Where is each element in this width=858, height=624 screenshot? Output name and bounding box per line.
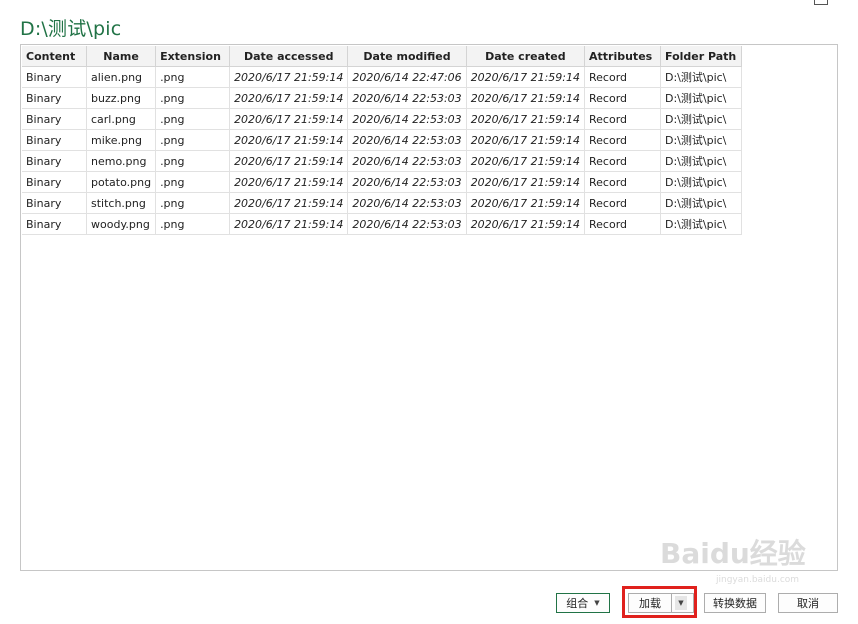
name-cell[interactable]: alien.png — [86, 66, 157, 88]
date-accessed-cell[interactable]: 2020/6/17 21:59:14 — [229, 213, 349, 235]
split-divider — [671, 594, 672, 612]
date-created-cell[interactable]: 2020/6/17 21:59:14 — [466, 192, 586, 214]
date-modified-cell[interactable]: 2020/6/14 22:53:03 — [347, 150, 467, 172]
date-created-cell[interactable]: 2020/6/17 21:59:14 — [466, 150, 586, 172]
folder-path-cell[interactable]: D:\测试\pic\ — [660, 192, 742, 214]
date-accessed-cell[interactable]: 2020/6/17 21:59:14 — [229, 66, 349, 88]
content-cell[interactable]: Binary — [22, 150, 87, 172]
folder-path-cell[interactable]: D:\测试\pic\ — [660, 108, 742, 130]
chevron-down-icon[interactable]: ▼ — [675, 596, 687, 610]
table-row[interactable]: Binary woody.png .png 2020/6/17 21:59:14 202… — [22, 213, 742, 235]
extension-cell[interactable]: .png — [155, 66, 231, 88]
column-header-name[interactable]: Name — [86, 46, 157, 67]
attributes-cell[interactable]: Record — [584, 129, 661, 151]
name-cell[interactable]: buzz.png — [86, 87, 157, 109]
content-cell[interactable]: Binary — [22, 171, 87, 193]
chevron-down-icon: ▼ — [594, 599, 600, 607]
name-cell[interactable]: mike.png — [86, 129, 157, 151]
name-cell[interactable]: woody.png — [86, 213, 157, 235]
table-row[interactable]: Binary stitch.png .png 2020/6/17 21:59:14 20… — [22, 192, 742, 214]
column-header-content[interactable]: Content — [22, 46, 87, 67]
column-header-attributes[interactable]: Attributes — [584, 46, 661, 67]
data-preview-pane[interactable]: Content Name Extension Date accessed Dat… — [20, 44, 838, 571]
name-cell[interactable]: potato.png — [86, 171, 157, 193]
date-created-cell[interactable]: 2020/6/17 21:59:14 — [466, 129, 586, 151]
extension-cell[interactable]: .png — [155, 192, 231, 214]
date-accessed-cell[interactable]: 2020/6/17 21:59:14 — [229, 192, 349, 214]
content-cell[interactable]: Binary — [22, 213, 87, 235]
table-row[interactable]: Binary nemo.png .png 2020/6/17 21:59:14 2020… — [22, 150, 742, 172]
attributes-cell[interactable]: Record — [584, 66, 661, 88]
date-accessed-cell[interactable]: 2020/6/17 21:59:14 — [229, 129, 349, 151]
preview-table: Content Name Extension Date accessed Dat… — [22, 46, 742, 235]
table-row[interactable]: Binary alien.png .png 2020/6/17 21:59:14 202… — [22, 66, 742, 88]
header-row: Content Name Extension Date accessed Dat… — [22, 46, 742, 67]
date-created-cell[interactable]: 2020/6/17 21:59:14 — [466, 66, 586, 88]
content-cell[interactable]: Binary — [22, 66, 87, 88]
date-modified-cell[interactable]: 2020/6/14 22:53:03 — [347, 87, 467, 109]
table-row[interactable]: Binary potato.png .png 2020/6/17 21:59:14 20… — [22, 171, 742, 193]
folder-path-cell[interactable]: D:\测试\pic\ — [660, 87, 742, 109]
extension-cell[interactable]: .png — [155, 129, 231, 151]
attributes-cell[interactable]: Record — [584, 213, 661, 235]
date-accessed-cell[interactable]: 2020/6/17 21:59:14 — [229, 108, 349, 130]
extension-cell[interactable]: .png — [155, 213, 231, 235]
date-created-cell[interactable]: 2020/6/17 21:59:14 — [466, 108, 586, 130]
date-accessed-cell[interactable]: 2020/6/17 21:59:14 — [229, 171, 349, 193]
attributes-cell[interactable]: Record — [584, 150, 661, 172]
folder-path-cell[interactable]: D:\测试\pic\ — [660, 66, 742, 88]
table-body: Binary alien.png .png 2020/6/17 21:59:14 202… — [22, 66, 742, 235]
name-cell[interactable]: stitch.png — [86, 192, 157, 214]
date-created-cell[interactable]: 2020/6/17 21:59:14 — [466, 213, 586, 235]
transform-data-button[interactable]: 转换数据 — [704, 593, 766, 613]
attributes-cell[interactable]: Record — [584, 87, 661, 109]
column-header-date-created[interactable]: Date created — [466, 46, 586, 67]
attributes-cell[interactable]: Record — [584, 192, 661, 214]
table-row[interactable]: Binary carl.png .png 2020/6/17 21:59:14 2020… — [22, 108, 742, 130]
column-header-folder-path[interactable]: Folder Path — [660, 46, 742, 67]
date-accessed-cell[interactable]: 2020/6/17 21:59:14 — [229, 87, 349, 109]
table-row[interactable]: Binary mike.png .png 2020/6/17 21:59:14 2020… — [22, 129, 742, 151]
date-modified-cell[interactable]: 2020/6/14 22:53:03 — [347, 213, 467, 235]
date-modified-cell[interactable]: 2020/6/14 22:53:03 — [347, 108, 467, 130]
content-cell[interactable]: Binary — [22, 87, 87, 109]
column-header-date-modified[interactable]: Date modified — [347, 46, 467, 67]
navigator-dialog: D:\测试\pic Content Name Extension Date ac… — [0, 0, 858, 624]
transform-button-label: 转换数据 — [713, 597, 757, 610]
maximize-icon[interactable] — [814, 0, 828, 5]
table-row[interactable]: Binary buzz.png .png 2020/6/17 21:59:14 2020… — [22, 87, 742, 109]
cancel-button-label: 取消 — [797, 597, 819, 610]
folder-path-cell[interactable]: D:\测试\pic\ — [660, 150, 742, 172]
date-modified-cell[interactable]: 2020/6/14 22:47:06 — [347, 66, 467, 88]
name-cell[interactable]: nemo.png — [86, 150, 157, 172]
extension-cell[interactable]: .png — [155, 150, 231, 172]
date-accessed-cell[interactable]: 2020/6/17 21:59:14 — [229, 150, 349, 172]
folder-path-cell[interactable]: D:\测试\pic\ — [660, 171, 742, 193]
load-button-label: 加载 — [639, 597, 661, 610]
cancel-button[interactable]: 取消 — [778, 593, 838, 613]
extension-cell[interactable]: .png — [155, 171, 231, 193]
load-button[interactable]: 加载 ▼ — [628, 593, 694, 613]
watermark-url: jingyan.baidu.com — [716, 575, 800, 585]
extension-cell[interactable]: .png — [155, 108, 231, 130]
extension-cell[interactable]: .png — [155, 87, 231, 109]
date-modified-cell[interactable]: 2020/6/14 22:53:03 — [347, 171, 467, 193]
attributes-cell[interactable]: Record — [584, 108, 661, 130]
combine-button-label: 组合 — [566, 597, 589, 610]
date-created-cell[interactable]: 2020/6/17 21:59:14 — [466, 171, 586, 193]
combine-button[interactable]: 组合 ▼ — [556, 593, 610, 613]
content-cell[interactable]: Binary — [22, 129, 87, 151]
date-created-cell[interactable]: 2020/6/17 21:59:14 — [466, 87, 586, 109]
folder-path-cell[interactable]: D:\测试\pic\ — [660, 129, 742, 151]
content-cell[interactable]: Binary — [22, 108, 87, 130]
name-cell[interactable]: carl.png — [86, 108, 157, 130]
folder-path-cell[interactable]: D:\测试\pic\ — [660, 213, 742, 235]
attributes-cell[interactable]: Record — [584, 171, 661, 193]
content-cell[interactable]: Binary — [22, 192, 87, 214]
date-modified-cell[interactable]: 2020/6/14 22:53:03 — [347, 192, 467, 214]
folder-title: D:\测试\pic — [20, 18, 122, 40]
column-header-date-accessed[interactable]: Date accessed — [229, 46, 349, 67]
date-modified-cell[interactable]: 2020/6/14 22:53:03 — [347, 129, 467, 151]
column-header-extension[interactable]: Extension — [155, 46, 231, 67]
